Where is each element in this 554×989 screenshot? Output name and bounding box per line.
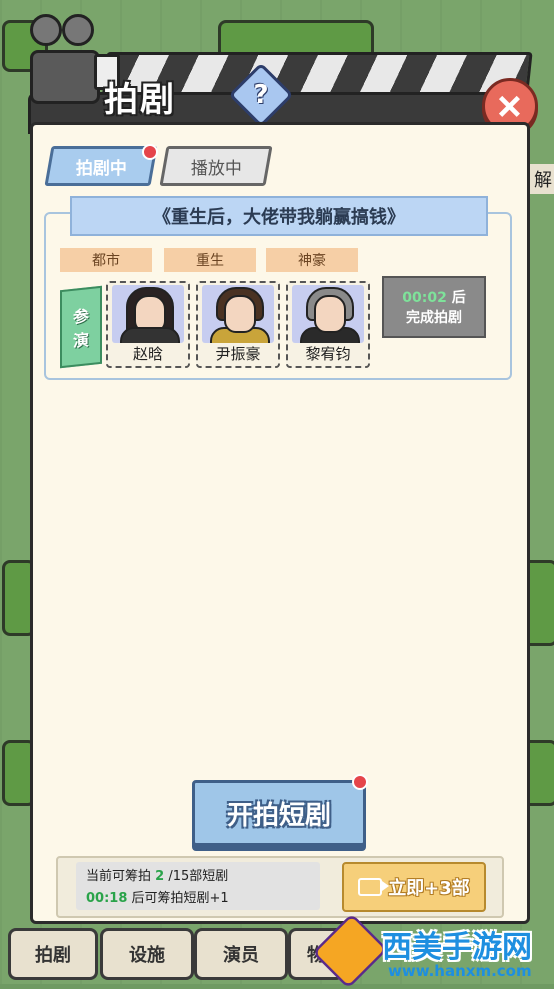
nav-actors[interactable]: 演员: [194, 928, 288, 980]
actor-name: 黎宥钧: [305, 345, 351, 363]
quota-prefix: 当前可筹拍: [86, 869, 152, 884]
actor-portrait: [112, 285, 184, 343]
instant-add-button[interactable]: 立即+3部: [342, 862, 486, 912]
genre-tag: 神豪: [266, 248, 358, 272]
actor-card[interactable]: 尹振豪: [196, 281, 280, 368]
quota-suffix: /15部短剧: [168, 869, 229, 884]
movie-camera-icon: [22, 14, 120, 104]
nav-filming[interactable]: 拍剧: [8, 928, 98, 980]
nav-facilities[interactable]: 设施: [100, 928, 194, 980]
page-title: 拍剧: [104, 80, 176, 120]
tab-playing-label: 播放中: [190, 158, 242, 179]
cast-label-char: 参: [72, 306, 89, 327]
tab-filming[interactable]: 拍剧中: [44, 146, 158, 186]
notification-dot: [142, 144, 158, 160]
side-label: 解: [530, 164, 554, 194]
genre-tag: 重生: [164, 248, 256, 272]
nav-label: 设施: [129, 945, 165, 966]
gamepad-icon: [312, 913, 388, 989]
genre-tag: 都市: [60, 248, 152, 272]
cast-label-char: 演: [72, 330, 89, 351]
quota-timer-suffix: 后可筹拍短剧+1: [131, 891, 229, 906]
quota-info: 当前可筹拍 2 /15部短剧 00:18 后可筹拍短剧+1: [76, 862, 320, 910]
instant-add-label: 立即+3部: [388, 878, 470, 899]
filming-timer: 00:02 后 完成拍剧: [382, 276, 486, 338]
nav-label: 演员: [223, 945, 259, 966]
actor-card[interactable]: 赵晗: [106, 281, 190, 368]
notification-dot: [352, 774, 368, 790]
quota-count: 2: [155, 869, 165, 884]
tab-filming-label: 拍剧中: [75, 158, 127, 179]
quota-timer: 00:18: [86, 891, 128, 906]
timer-label: 完成拍剧: [406, 310, 462, 326]
actor-card[interactable]: 黎宥钧: [286, 281, 370, 368]
drama-title: 《重生后，大佬带我躺赢搞钱》: [70, 196, 488, 236]
watermark-text: 西美手游网: [382, 930, 532, 965]
actor-name: 尹振豪: [215, 345, 261, 363]
cast-label: 参 演: [60, 285, 102, 369]
start-filming-button[interactable]: 开拍短剧: [192, 780, 366, 846]
actor-name: 赵晗: [132, 345, 163, 363]
tab-playing[interactable]: 播放中: [159, 146, 273, 186]
watermark-url: www.hanxm.com: [388, 962, 532, 980]
timer-value: 00:02: [402, 290, 447, 306]
watermark: 西美手游网 www.hanxm.com: [312, 913, 554, 989]
actor-portrait: [292, 285, 364, 343]
nav-label: 拍剧: [35, 945, 71, 966]
actor-portrait: [202, 285, 274, 343]
video-camera-icon: [358, 878, 390, 896]
question-icon: ?: [253, 80, 269, 110]
timer-suffix: 后: [451, 290, 466, 306]
